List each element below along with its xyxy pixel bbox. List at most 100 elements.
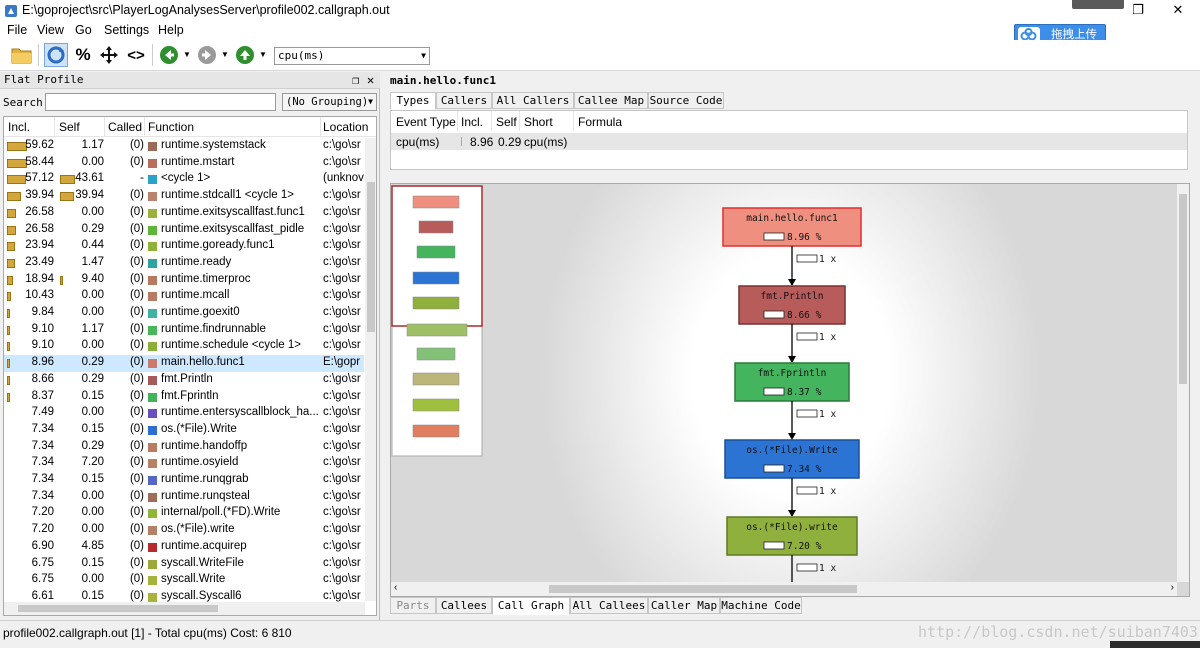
table-row[interactable]: 26.58 0.00 (0) runtime.exitsyscallfast.func… — [4, 205, 364, 222]
column-short[interactable]: Short — [524, 115, 553, 129]
table-row[interactable]: 7.49 0.00 (0) runtime.entersyscallblock_ha.… — [4, 405, 364, 422]
column-incl[interactable]: Incl. — [461, 115, 483, 129]
scrollbar-thumb[interactable] — [18, 605, 218, 612]
table-row[interactable]: 7.34 7.20 (0) runtime.osyield c:\go\sr — [4, 455, 364, 472]
reload-icon[interactable] — [44, 43, 68, 67]
self-cell: 0.29 — [498, 135, 522, 149]
back-dropdown-arrow[interactable]: ▼ — [183, 50, 191, 59]
call-graph-node[interactable]: fmt.Fprintln 8.37 % — [734, 362, 850, 402]
back-arrow-icon[interactable] — [157, 43, 181, 67]
table-row[interactable]: 6.75 0.00 (0) syscall.Write c:\go\sr — [4, 572, 364, 589]
close-window-button[interactable]: ✕ — [1156, 1, 1200, 21]
table-row[interactable]: 6.90 4.85 (0) runtime.acquirep c:\go\sr — [4, 539, 364, 556]
table-row[interactable]: 8.37 0.15 (0) fmt.Fprintln c:\go\sr — [4, 389, 364, 406]
event-types-table[interactable]: Event Type Incl. Self Short Formula cpu(… — [390, 110, 1188, 170]
graph-vertical-scrollbar[interactable] — [1177, 184, 1189, 582]
table-row[interactable]: 6.75 0.15 (0) syscall.WriteFile c:\go\sr — [4, 556, 364, 573]
menu-settings[interactable]: Settings — [104, 23, 149, 37]
table-row[interactable]: 59.62 1.17 (0) runtime.systemstack c:\go\sr — [4, 138, 364, 155]
table-row[interactable]: 7.34 0.00 (0) runtime.runqsteal c:\go\sr — [4, 489, 364, 506]
column-event-type[interactable]: Event Type — [396, 115, 456, 129]
table-row[interactable]: 57.12 43.61 - <cycle 1> (unknov — [4, 171, 364, 188]
graph-horizontal-scrollbar[interactable]: ‹ › — [391, 582, 1177, 596]
up-dropdown-arrow[interactable]: ▼ — [259, 50, 267, 59]
search-input[interactable] — [45, 93, 276, 111]
move-arrows-icon[interactable] — [97, 43, 121, 67]
menu-help[interactable]: Help — [158, 23, 184, 37]
table-row[interactable]: 7.34 0.15 (0) runtime.runqgrab c:\go\sr — [4, 472, 364, 489]
scroll-right-arrow[interactable]: › — [1171, 582, 1174, 593]
float-dock-button[interactable]: ❐ — [352, 72, 359, 88]
open-folder-icon[interactable] — [10, 43, 34, 67]
tab-machine-code[interactable]: Machine Code — [720, 597, 802, 614]
forward-arrow-icon[interactable] — [195, 43, 219, 67]
restore-button[interactable]: ❐ — [1116, 1, 1160, 21]
tab-types[interactable]: Types — [390, 92, 436, 110]
call-graph-edge[interactable]: 1 x — [788, 324, 836, 363]
close-dock-button[interactable]: ✕ — [367, 72, 374, 88]
tab-parts[interactable]: Parts — [390, 597, 436, 614]
location-cell: c:\go\sr — [323, 189, 361, 202]
event-type-row[interactable]: cpu(ms) 8.96 0.29 cpu(ms) — [391, 133, 1187, 150]
table-row[interactable]: 9.10 0.00 (0) runtime.schedule <cycle 1> c:\… — [4, 338, 364, 355]
menu-file[interactable]: File — [7, 23, 27, 37]
cycle-detection-button[interactable]: <> — [124, 43, 148, 67]
table-row[interactable]: 58.44 0.00 (0) runtime.mstart c:\go\sr — [4, 155, 364, 172]
tab-all-callers[interactable]: All Callers — [492, 92, 574, 109]
column-formula[interactable]: Formula — [578, 115, 622, 129]
tab-source-code[interactable]: Source Code — [648, 92, 724, 109]
flat-profile-list[interactable]: Incl. Self Called Function Location 59.6… — [3, 116, 377, 616]
call-graph-edge[interactable]: 1 x — [788, 246, 836, 286]
scrollbar-thumb[interactable] — [367, 182, 375, 332]
column-called[interactable]: Called — [108, 120, 142, 134]
table-row[interactable]: 23.49 1.47 (0) runtime.ready c:\go\sr — [4, 255, 364, 272]
column-self[interactable]: Self — [59, 120, 80, 134]
call-graph-edge[interactable]: 1 x — [788, 401, 836, 440]
call-graph-node[interactable]: os.(*File).write 7.20 % — [726, 516, 858, 556]
column-divider — [457, 111, 458, 131]
call-graph-edge[interactable]: 1 x — [788, 478, 836, 517]
table-row[interactable]: 18.94 9.40 (0) runtime.timerproc c:\go\sr — [4, 272, 364, 289]
table-row[interactable]: 23.94 0.44 (0) runtime.goready.func1 c:\go\s… — [4, 238, 364, 255]
table-row[interactable]: 9.10 1.17 (0) runtime.findrunnable c:\go\sr — [4, 322, 364, 339]
table-row[interactable]: 26.58 0.29 (0) runtime.exitsyscallfast_pidl… — [4, 222, 364, 239]
table-row[interactable]: 7.34 0.29 (0) runtime.handoffp c:\go\sr — [4, 439, 364, 456]
up-arrow-icon[interactable] — [233, 43, 257, 67]
menu-go[interactable]: Go — [75, 23, 92, 37]
table-row[interactable]: 9.84 0.00 (0) runtime.goexit0 c:\go\sr — [4, 305, 364, 322]
column-location[interactable]: Location — [323, 120, 368, 134]
tab-all-callees[interactable]: All Callees — [570, 597, 648, 614]
call-graph-canvas[interactable]: main.hello.func1 8.96 % 1 x fmt.Println 8.66… — [391, 184, 1177, 582]
percent-toggle-button[interactable]: % — [71, 43, 95, 67]
call-graph-node[interactable]: os.(*File).Write 7.34 % — [724, 439, 860, 479]
table-row[interactable]: 7.20 0.00 (0) internal/poll.(*FD).Write c:\g… — [4, 505, 364, 522]
forward-dropdown-arrow[interactable]: ▼ — [221, 50, 229, 59]
call-graph-view[interactable]: main.hello.func1 8.96 % 1 x fmt.Println 8.66… — [390, 183, 1190, 597]
call-graph-node[interactable]: fmt.Println 8.66 % — [738, 285, 846, 325]
column-function[interactable]: Function — [148, 120, 194, 134]
scrollbar-thumb[interactable] — [1179, 194, 1187, 384]
horizontal-scrollbar[interactable] — [4, 602, 365, 615]
table-row[interactable]: 7.34 0.15 (0) os.(*File).Write c:\go\sr — [4, 422, 364, 439]
call-graph-node[interactable]: main.hello.func1 8.96 % — [722, 207, 862, 247]
scrollbar-thumb[interactable] — [549, 585, 857, 593]
table-row[interactable]: 39.94 39.94 (0) runtime.stdcall1 <cycle 1> c… — [4, 188, 364, 205]
table-row[interactable]: 7.20 0.00 (0) os.(*File).write c:\go\sr — [4, 522, 364, 539]
menu-view[interactable]: View — [37, 23, 64, 37]
tab-callers[interactable]: Callers — [436, 92, 492, 109]
table-row[interactable]: 8.66 0.29 (0) fmt.Println c:\go\sr — [4, 372, 364, 389]
call-graph-edge[interactable]: 1 x — [791, 555, 836, 582]
scroll-left-arrow[interactable]: ‹ — [394, 582, 397, 593]
tab-caller-map[interactable]: Caller Map — [648, 597, 720, 614]
tab-callees[interactable]: Callees — [436, 597, 492, 614]
table-row[interactable]: 10.43 0.00 (0) runtime.mcall c:\go\sr — [4, 288, 364, 305]
column-self[interactable]: Self — [496, 115, 517, 129]
graph-overview-panel[interactable] — [391, 185, 483, 457]
tab-callee-map[interactable]: Callee Map — [574, 92, 648, 109]
table-row[interactable]: 8.96 0.29 (0) main.hello.func1 E:\gopr — [4, 355, 364, 372]
vertical-scrollbar[interactable] — [365, 138, 376, 601]
column-incl[interactable]: Incl. — [8, 120, 30, 134]
grouping-select[interactable]: (No Grouping) ▼ — [282, 93, 377, 111]
event-type-select[interactable]: cpu(ms) ▼ — [274, 47, 430, 65]
tab-call-graph[interactable]: Call Graph — [492, 597, 570, 615]
